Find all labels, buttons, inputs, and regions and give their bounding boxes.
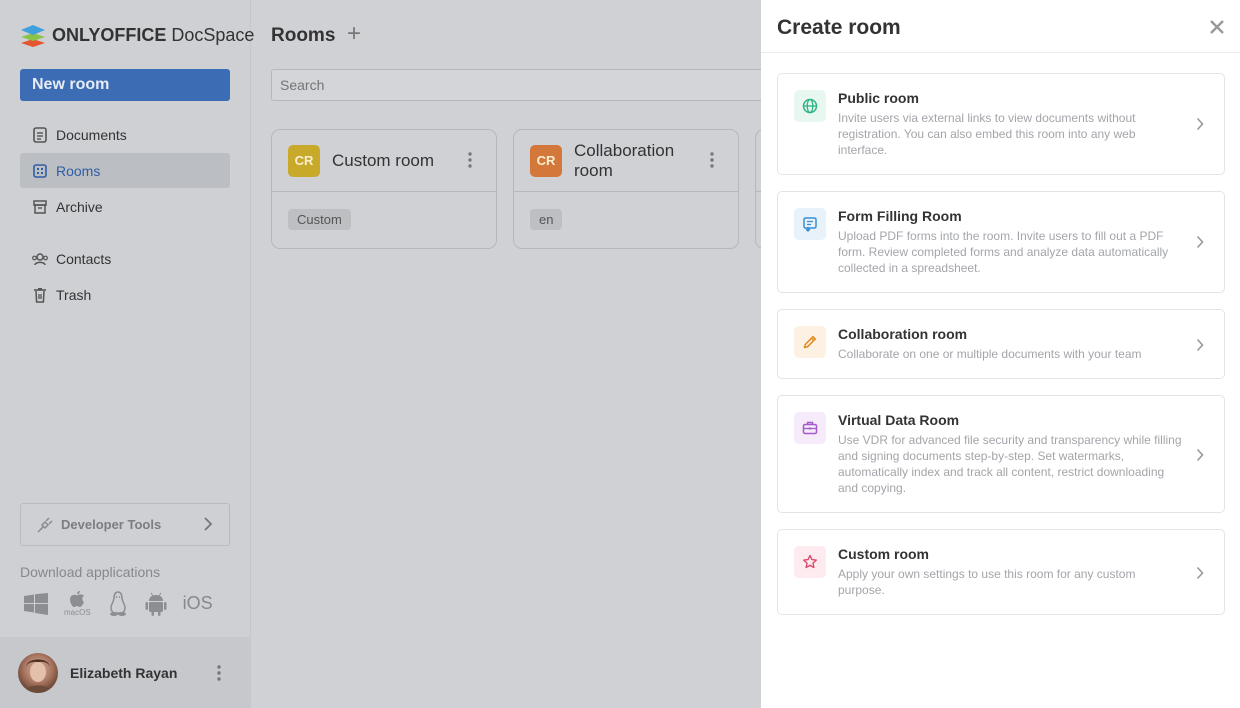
macos-icon[interactable]: macOS [64, 590, 91, 617]
chevron-right-icon [1196, 338, 1204, 357]
more-vertical-icon[interactable] [468, 152, 472, 173]
room-type-description: Apply your own settings to use this room… [838, 567, 1136, 597]
pencil-icon [794, 326, 826, 358]
room-type-title: Virtual Data Room [838, 412, 960, 428]
rooms-main: Rooms + CR Custom room Custom CR Collabo… [251, 0, 795, 708]
panel-header: Create room [761, 0, 1240, 53]
sidebar-item-label: Documents [56, 126, 127, 143]
sidebar-item-label: Rooms [56, 162, 101, 179]
avatar[interactable] [18, 652, 58, 693]
new-room-button[interactable]: New room [20, 69, 230, 101]
room-type-description: Upload PDF forms into the room. Invite u… [838, 229, 1169, 275]
search-input[interactable] [271, 69, 771, 101]
room-card-header: CR Collaboration room [514, 130, 738, 192]
app-logo[interactable]: ONLYOFFICE DocSpace [20, 22, 254, 48]
chevron-right-icon [203, 517, 213, 534]
room-type-description: Collaborate on one or multiple documents… [838, 347, 1142, 361]
linux-icon[interactable] [107, 590, 129, 617]
room-type-custom[interactable]: Custom room Apply your own settings to u… [777, 529, 1225, 615]
close-icon[interactable] [1208, 18, 1226, 36]
archive-icon [32, 199, 48, 215]
room-tag[interactable]: Custom [288, 209, 351, 230]
more-vertical-icon[interactable] [217, 665, 221, 686]
android-icon[interactable] [145, 592, 167, 616]
rooms-icon [32, 163, 48, 179]
app-downloads: macOS iOS [24, 590, 213, 617]
user-name: Elizabeth Rayan [70, 664, 178, 681]
room-title[interactable]: Custom room [332, 151, 434, 171]
developer-tools-label: Developer Tools [61, 517, 162, 532]
sidebar-item-contacts[interactable]: Contacts [20, 241, 230, 276]
developer-tools-button[interactable]: Developer Tools [20, 503, 230, 546]
room-type-title: Form Filling Room [838, 208, 962, 224]
plug-icon [37, 516, 53, 533]
user-profile-bar[interactable]: Elizabeth Rayan [0, 637, 251, 708]
more-vertical-icon[interactable] [710, 152, 714, 173]
sidebar-item-label: Contacts [56, 250, 112, 267]
room-badge: CR [530, 144, 562, 177]
room-card-header: CR Custom room [272, 130, 496, 192]
room-type-title: Public room [838, 90, 919, 106]
panel-title: Create room [777, 16, 901, 39]
onlyoffice-logo-icon [20, 22, 46, 48]
sidebar-item-rooms[interactable]: Rooms [20, 153, 230, 188]
brand-name: ONLYOFFICE DocSpace [52, 24, 255, 45]
room-type-public[interactable]: Public room Invite users via external li… [777, 73, 1225, 175]
room-type-virtual-data[interactable]: Virtual Data Room Use VDR for advanced f… [777, 395, 1225, 513]
room-type-description: Use VDR for advanced file security and t… [838, 433, 1182, 495]
room-tag[interactable]: en [530, 209, 563, 230]
sidebar-item-label: Trash [56, 286, 92, 303]
room-badge: CR [288, 144, 320, 177]
chevron-right-icon [1196, 566, 1204, 585]
room-type-description: Invite users via external links to view … [838, 111, 1136, 157]
document-icon [32, 126, 48, 143]
room-type-form-filling[interactable]: Form Filling Room Upload PDF forms into … [777, 191, 1225, 293]
create-room-panel: Create room Public room Invite users via… [761, 0, 1240, 708]
windows-icon[interactable] [24, 592, 48, 615]
nav-secondary: Contacts Trash [20, 241, 230, 312]
chevron-right-icon [1196, 117, 1204, 136]
sidebar-item-trash[interactable]: Trash [20, 277, 230, 312]
briefcase-icon [794, 412, 826, 444]
macos-label: macOS [64, 608, 91, 617]
sidebar-item-archive[interactable]: Archive [20, 189, 230, 224]
globe-icon [794, 90, 826, 122]
contacts-icon [32, 251, 48, 267]
ios-link[interactable]: iOS [183, 593, 213, 614]
nav-main: Documents Rooms Archive [20, 117, 230, 224]
room-title[interactable]: Collaboration room [574, 141, 694, 181]
form-icon [794, 208, 826, 240]
star-icon [794, 546, 826, 578]
plus-icon[interactable]: + [347, 22, 361, 46]
chevron-right-icon [1196, 448, 1204, 467]
room-card[interactable]: CR Collaboration room en [513, 129, 739, 249]
room-card[interactable]: CR Custom room Custom [271, 129, 497, 249]
sidebar-item-documents[interactable]: Documents [20, 117, 230, 152]
room-type-title: Custom room [838, 546, 929, 562]
page-title: Rooms [271, 25, 336, 46]
room-type-collaboration[interactable]: Collaboration room Collaborate on one or… [777, 309, 1225, 379]
sidebar: ONLYOFFICE DocSpace New room Documents R… [0, 0, 254, 708]
chevron-right-icon [1196, 235, 1204, 254]
download-applications-label: Download applications [20, 564, 161, 580]
trash-icon [32, 287, 48, 303]
room-type-title: Collaboration room [838, 326, 968, 342]
sidebar-item-label: Archive [56, 198, 103, 215]
